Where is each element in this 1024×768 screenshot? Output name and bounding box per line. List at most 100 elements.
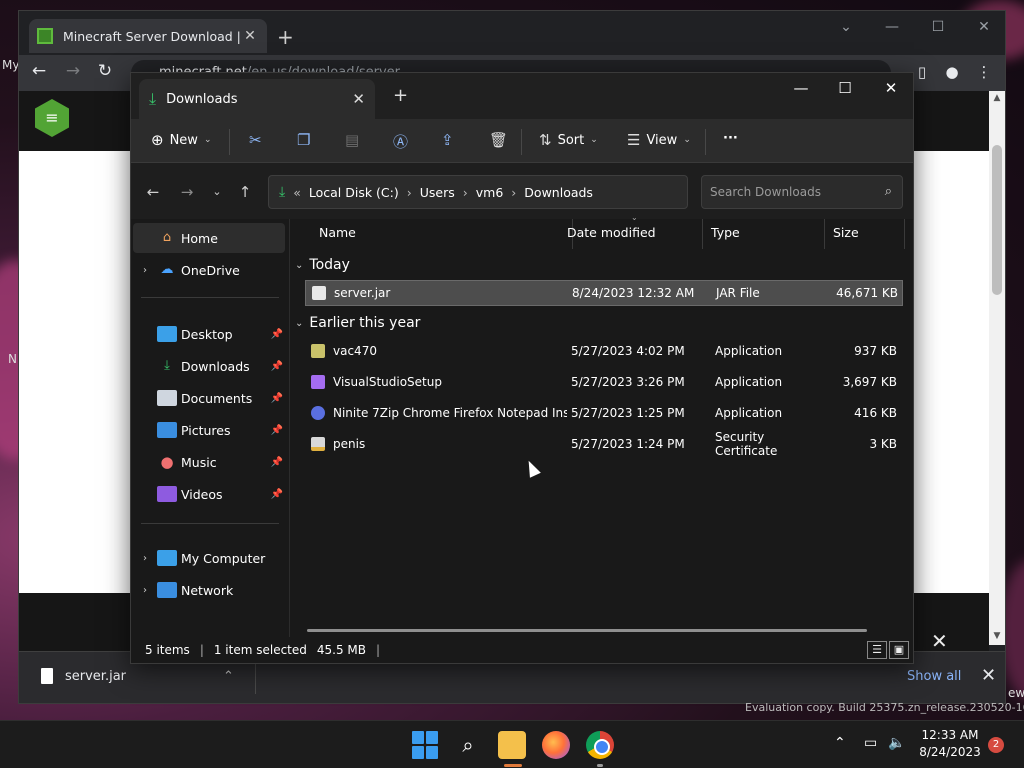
nav-item-network[interactable]: › Network — [133, 575, 285, 605]
details-view-icon[interactable]: ☰ — [867, 641, 887, 659]
column-header-type[interactable]: Type — [703, 219, 825, 249]
breadcrumb-overflow[interactable]: « — [293, 185, 301, 200]
search-input[interactable]: Search Downloads ⌕ — [701, 175, 903, 209]
show-all-link[interactable]: Show all — [907, 669, 961, 684]
maximize-button[interactable]: ☐ — [825, 79, 865, 97]
table-row[interactable]: VisualStudioSetup 5/27/2023 3:26 PM Appl… — [305, 369, 903, 395]
minimize-button[interactable]: — — [781, 79, 821, 97]
rename-button[interactable]: Ⓐ — [393, 131, 408, 152]
explorer-tab[interactable]: ⤓ Downloads ✕ — [139, 79, 375, 119]
profile-icon[interactable]: ● — [941, 63, 963, 81]
nav-item-downloads[interactable]: ⤓ Downloads 📌 — [133, 351, 285, 381]
network-status-icon[interactable]: ▭ — [864, 735, 877, 751]
scroll-up-icon[interactable]: ▲ — [989, 93, 1005, 103]
nav-item-desktop[interactable]: Desktop 📌 — [133, 319, 285, 349]
column-header-size[interactable]: Size — [825, 219, 905, 249]
notification-badge[interactable]: 2 — [988, 737, 1004, 753]
site-menu-icon[interactable]: ≡ — [35, 99, 69, 137]
pin-icon[interactable]: 📌 — [271, 425, 283, 436]
forward-button[interactable]: → — [61, 61, 85, 81]
up-arrow-icon[interactable]: ↑ — [235, 183, 255, 201]
paste-button[interactable]: ▤ — [345, 131, 359, 149]
view-button[interactable]: ☰ View ⌄ — [627, 131, 691, 149]
close-window-button[interactable]: ✕ — [871, 79, 911, 97]
table-row[interactable]: server.jar 8/24/2023 12:32 AM JAR File 4… — [305, 280, 903, 306]
pin-icon[interactable]: 📌 — [271, 489, 283, 500]
address-bar[interactable]: ⤓ « Local Disk (C:) › Users › vm6 › Down… — [268, 175, 812, 209]
chevron-right-icon[interactable]: › — [143, 585, 157, 596]
back-button[interactable]: ← — [27, 61, 51, 81]
file-explorer-icon[interactable] — [498, 731, 526, 759]
download-icon: ⤓ — [279, 184, 286, 200]
file-date: 5/27/2023 3:26 PM — [571, 375, 685, 389]
breadcrumb-item[interactable]: Downloads — [524, 185, 593, 200]
nav-item-my-computer[interactable]: › My Computer — [133, 543, 285, 573]
scroll-down-icon[interactable]: ▼ — [989, 631, 1005, 641]
chevron-up-icon[interactable]: ⌃ — [834, 735, 846, 751]
forward-arrow-icon[interactable]: → — [177, 183, 197, 201]
table-row[interactable]: Ninite 7Zip Chrome Firefox Notepad Inst.… — [305, 400, 903, 426]
sort-button[interactable]: ⇅ Sort ⌄ — [539, 131, 598, 149]
nav-item-pictures[interactable]: Pictures 📌 — [133, 415, 285, 445]
download-item[interactable]: server.jar — [41, 668, 126, 684]
new-tab-button[interactable]: + — [277, 25, 294, 49]
minimize-button[interactable]: — — [877, 19, 907, 35]
nav-item-videos[interactable]: Videos 📌 — [133, 479, 285, 509]
reload-button[interactable]: ↻ — [93, 61, 117, 81]
start-windows-icon[interactable] — [412, 731, 440, 759]
close-icon[interactable]: ✕ — [931, 629, 948, 653]
computer-icon — [157, 550, 177, 566]
new-tab-button[interactable]: + — [393, 85, 408, 106]
pin-icon[interactable]: 📌 — [271, 393, 283, 404]
horizontal-scrollbar[interactable] — [307, 629, 867, 632]
scrollbar-thumb[interactable] — [992, 145, 1002, 295]
nav-item-documents[interactable]: Documents 📌 — [133, 383, 285, 413]
close-window-button[interactable]: ✕ — [969, 19, 999, 35]
delete-button[interactable]: 🗑 — [489, 131, 508, 149]
chevron-right-icon[interactable]: › — [143, 265, 157, 276]
system-clock[interactable]: 12:33 AM 8/24/2023 — [912, 727, 988, 761]
tab-search-chevron-icon[interactable]: ⌄ — [831, 19, 861, 35]
chevron-right-icon[interactable]: › — [143, 553, 157, 564]
nav-item-music[interactable]: ● Music 📌 — [133, 447, 285, 477]
pin-icon[interactable]: 📌 — [271, 361, 283, 372]
column-header-name[interactable]: Name — [311, 219, 573, 249]
cut-button[interactable]: ✂ — [249, 131, 262, 149]
maximize-button[interactable]: ☐ — [923, 19, 953, 35]
new-button[interactable]: ⊕ New ⌄ — [151, 131, 211, 149]
nav-item-onedrive[interactable]: › ☁ OneDrive — [133, 255, 285, 285]
see-more-button[interactable]: ··· — [723, 131, 738, 146]
breadcrumb-item[interactable]: vm6 — [476, 185, 504, 200]
firefox-icon[interactable] — [542, 731, 570, 759]
chrome-icon[interactable] — [586, 731, 614, 759]
close-shelf-icon[interactable]: ✕ — [981, 665, 996, 686]
pin-icon[interactable]: 📌 — [271, 457, 283, 468]
page-scrollbar[interactable]: ▲ ▼ — [989, 91, 1005, 645]
close-icon[interactable]: ✕ — [241, 28, 259, 44]
group-header-earlier[interactable]: ⌄ Earlier this year — [295, 315, 420, 331]
volume-icon[interactable]: 🔈 — [888, 735, 905, 751]
chevron-up-icon[interactable]: ⌃ — [223, 669, 234, 684]
tiles-view-icon[interactable]: ▣ — [889, 641, 909, 659]
breadcrumb-item[interactable]: Users — [420, 185, 455, 200]
back-arrow-icon[interactable]: ← — [143, 183, 163, 201]
pane-splitter[interactable] — [289, 219, 290, 637]
breadcrumb-item[interactable]: Local Disk (C:) — [309, 185, 399, 200]
search-icon[interactable]: ⌕ — [454, 731, 482, 759]
browser-tab[interactable]: Minecraft Server Download | Min ✕ — [29, 19, 267, 53]
close-icon[interactable]: ✕ — [352, 90, 365, 108]
copy-button[interactable]: ❐ — [297, 131, 310, 149]
table-row[interactable]: penis 5/27/2023 1:24 PM Security Certifi… — [305, 430, 903, 458]
recent-locations-chevron-icon[interactable]: ⌄ — [207, 185, 227, 198]
file-type: Application — [715, 375, 783, 389]
menu-kebab-icon[interactable]: ⋮ — [973, 63, 995, 81]
share-button[interactable]: ⇪ — [441, 131, 454, 149]
nav-item-home[interactable]: ⌂ Home — [133, 223, 285, 253]
pin-icon[interactable]: 📌 — [271, 329, 283, 340]
table-row[interactable]: vac470 5/27/2023 4:02 PM Application 937… — [305, 338, 903, 364]
side-panel-icon[interactable]: ▯ — [911, 63, 933, 81]
column-header-date[interactable]: Date modified — [559, 219, 703, 249]
group-header-today[interactable]: ⌄ Today — [295, 257, 350, 273]
search-placeholder: Search Downloads — [710, 185, 821, 199]
chevron-down-icon: ⌄ — [295, 259, 304, 271]
